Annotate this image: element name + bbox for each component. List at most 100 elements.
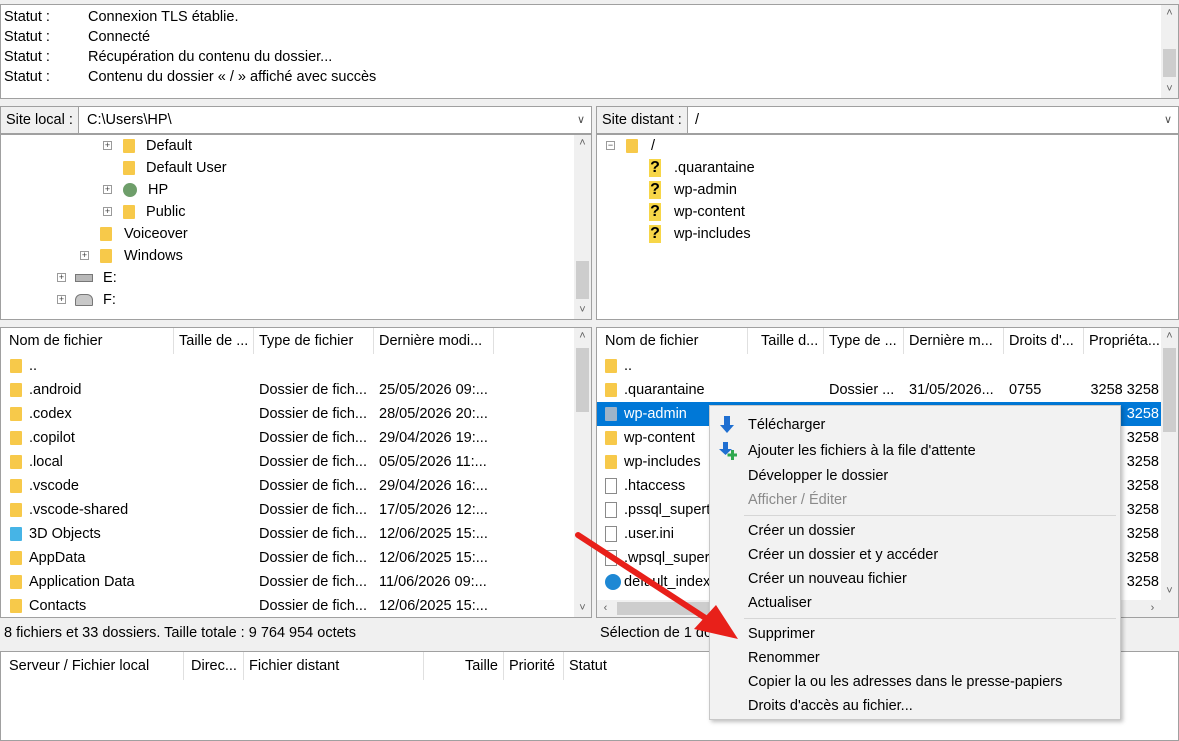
scroll-thumb[interactable]	[576, 348, 589, 412]
menu-item-refresh[interactable]: Actualiser	[710, 591, 1120, 615]
table-row[interactable]: .copilot Dossier de fich... 29/04/2026 19:…	[1, 426, 575, 450]
column-header-status[interactable]: Statut	[564, 652, 714, 680]
cell-name: Application Data	[29, 574, 135, 590]
menu-item-file-permissions[interactable]: Droits d'accès au fichier...	[710, 694, 1120, 718]
tree-item-drive-f[interactable]: + F:	[57, 289, 116, 311]
local-tree-scrollbar[interactable]: ˄ ˅	[574, 135, 591, 319]
cell-name: .quarantaine	[624, 382, 705, 398]
expand-icon[interactable]: +	[103, 185, 112, 194]
table-row[interactable]: AppData Dossier de fich... 12/06/2025 15:.…	[1, 546, 575, 570]
scroll-thumb[interactable]	[576, 261, 589, 299]
contacts-folder-icon	[10, 599, 22, 613]
folder-icon	[100, 249, 112, 264]
menu-item-delete[interactable]: Supprimer	[710, 622, 1120, 646]
column-header-priority[interactable]: Priorité	[504, 652, 564, 680]
scroll-up-icon[interactable]: ˄	[574, 135, 591, 152]
tree-item-wp-content[interactable]: ? wp-content	[649, 201, 745, 223]
column-header-size[interactable]: Taille	[424, 652, 504, 680]
menu-item-rename[interactable]: Renommer	[710, 646, 1120, 670]
folder-icon	[10, 407, 22, 421]
tree-item-windows[interactable]: + Windows	[80, 245, 183, 267]
tree-item-voiceover[interactable]: Voiceover	[100, 223, 188, 245]
menu-item-add-to-queue[interactable]: Ajouter les fichiers à la file d'attente	[710, 439, 1120, 463]
scroll-up-icon[interactable]: ˄	[1161, 5, 1178, 22]
folder-icon	[123, 139, 135, 154]
menu-item-download[interactable]: Télécharger	[710, 413, 1120, 437]
log-scrollbar[interactable]: ˄ ˅	[1161, 5, 1178, 98]
local-path-input[interactable]: C:\Users\HP\	[81, 107, 172, 133]
scroll-down-icon[interactable]: ˅	[574, 302, 591, 319]
log-scroll-thumb[interactable]	[1163, 49, 1176, 77]
column-header-date[interactable]: Dernière modi...	[374, 328, 494, 354]
scroll-up-icon[interactable]: ˄	[1161, 328, 1178, 345]
table-row[interactable]: .vscode Dossier de fich... 29/04/2026 16:.…	[1, 474, 575, 498]
menu-separator	[744, 618, 1116, 619]
remote-list-header: Nom de fichier Taille d... Type de ... D…	[597, 328, 1164, 354]
cell-type: Dossier de fich...	[259, 502, 367, 518]
column-header-size[interactable]: Taille d...	[756, 328, 824, 354]
table-row[interactable]: ..	[1, 354, 575, 378]
column-header-server[interactable]: Serveur / Fichier local	[4, 652, 184, 680]
column-header-size[interactable]: Taille de ...	[174, 328, 254, 354]
chevron-down-icon[interactable]: ∨	[1160, 107, 1176, 133]
remote-path-input[interactable]: /	[689, 107, 699, 133]
scroll-right-icon[interactable]: ›	[1144, 600, 1161, 617]
menu-item-expand-folder[interactable]: Développer le dossier	[710, 464, 1120, 488]
log-row: Statut : Récupération du contenu du dossi…	[4, 49, 333, 65]
column-header-remote-file[interactable]: Fichier distant	[244, 652, 424, 680]
tree-item-quarantaine[interactable]: ? .quarantaine	[649, 157, 755, 179]
scroll-down-icon[interactable]: ˅	[1161, 583, 1178, 600]
table-row[interactable]: .quarantaine Dossier ... 31/05/2026... 0755…	[597, 378, 1163, 402]
tree-item-wp-admin[interactable]: ? wp-admin	[649, 179, 737, 201]
table-row[interactable]: .local Dossier de fich... 05/05/2026 11:..…	[1, 450, 575, 474]
folder-icon	[100, 227, 112, 242]
add-to-queue-icon	[719, 442, 738, 460]
user-folder-icon	[123, 183, 137, 198]
tree-item-hp[interactable]: + HP	[103, 179, 168, 201]
cell-name: .copilot	[29, 430, 75, 446]
menu-item-create-file[interactable]: Créer un nouveau fichier	[710, 567, 1120, 591]
column-header-direction[interactable]: Direc...	[186, 652, 244, 680]
tree-item-default-user[interactable]: Default User	[123, 157, 227, 179]
expand-icon[interactable]: +	[57, 295, 66, 304]
column-header-permissions[interactable]: Droits d'...	[1004, 328, 1084, 354]
column-header-name[interactable]: Nom de fichier	[4, 328, 174, 354]
table-row[interactable]: ..	[597, 354, 1163, 378]
scroll-up-icon[interactable]: ˄	[574, 328, 591, 345]
cell-date: 25/05/2026 09:...	[379, 382, 488, 398]
table-row[interactable]: .android Dossier de fich... 25/05/2026 09:…	[1, 378, 575, 402]
table-row[interactable]: Application Data Dossier de fich... 11/06/…	[1, 570, 575, 594]
folder-icon	[605, 383, 617, 397]
column-header-date[interactable]: Dernière m...	[904, 328, 1004, 354]
expand-icon[interactable]: +	[57, 273, 66, 282]
column-header-type[interactable]: Type de ...	[824, 328, 904, 354]
folder-shortcut-icon	[123, 161, 135, 176]
scroll-down-icon[interactable]: ˅	[1161, 81, 1178, 98]
folder-icon	[605, 407, 617, 421]
column-header-name[interactable]: Nom de fichier	[600, 328, 748, 354]
menu-item-copy-url[interactable]: Copier la ou les adresses dans le presse…	[710, 670, 1120, 694]
menu-item-create-folder-enter[interactable]: Créer un dossier et y accéder	[710, 543, 1120, 567]
expand-icon[interactable]: +	[103, 207, 112, 216]
menu-item-create-folder[interactable]: Créer un dossier	[710, 519, 1120, 543]
column-header-type[interactable]: Type de fichier	[254, 328, 374, 354]
scroll-thumb[interactable]	[1163, 348, 1176, 432]
table-row[interactable]: Contacts Dossier de fich... 12/06/2025 15:…	[1, 594, 575, 617]
column-header-owner[interactable]: Propriéta...	[1084, 328, 1164, 354]
table-row[interactable]: 3D Objects Dossier de fich... 12/06/2025 1…	[1, 522, 575, 546]
expand-icon[interactable]: +	[103, 141, 112, 150]
local-file-list: Nom de fichier Taille de ... Type de fic…	[0, 327, 592, 618]
remote-list-scrollbar[interactable]: ˄ ˅	[1161, 328, 1178, 600]
table-row[interactable]: .vscode-shared Dossier de fich... 17/05/20…	[1, 498, 575, 522]
expand-icon[interactable]: +	[80, 251, 89, 260]
tree-item-default[interactable]: + Default	[103, 135, 192, 157]
tree-item-wp-includes[interactable]: ? wp-includes	[649, 223, 751, 245]
table-row[interactable]: .codex Dossier de fich... 28/05/2026 20:..…	[1, 402, 575, 426]
tree-item-root[interactable]: − /	[606, 135, 655, 157]
collapse-icon[interactable]: −	[606, 141, 615, 150]
cell-name: .android	[29, 382, 82, 398]
chevron-down-icon[interactable]: ∨	[573, 107, 589, 133]
remote-site-label: Site distant :	[597, 107, 688, 133]
tree-item-drive-e[interactable]: + E:	[57, 267, 117, 289]
tree-item-public[interactable]: + Public	[103, 201, 186, 223]
